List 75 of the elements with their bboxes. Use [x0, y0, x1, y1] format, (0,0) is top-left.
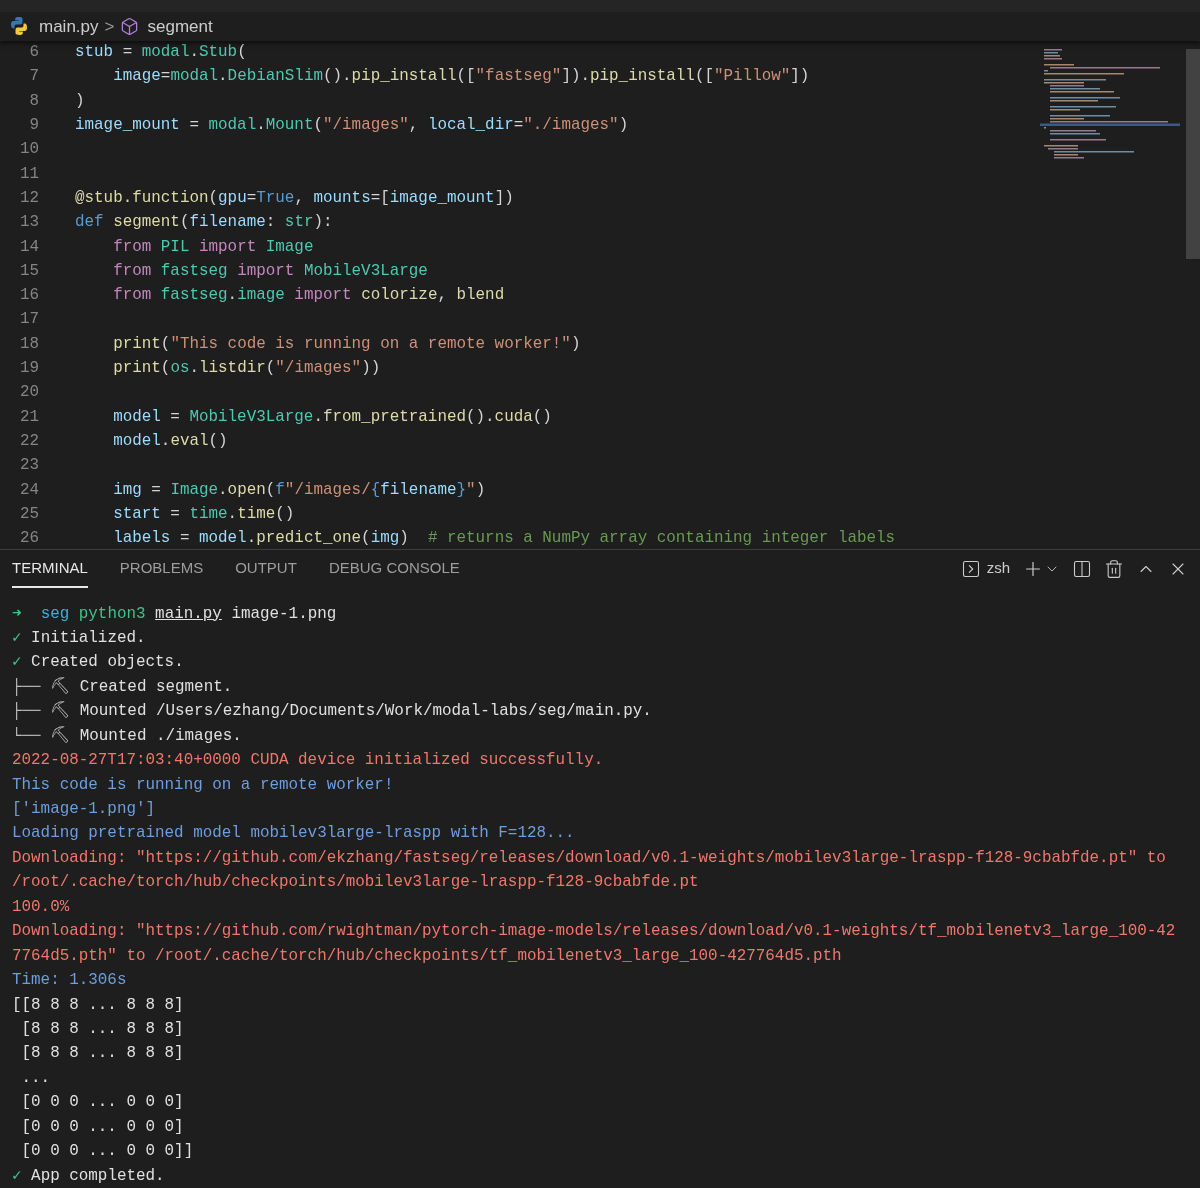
- terminal-line: ['image-1.png']: [12, 799, 157, 820]
- terminal-line: [8 8 8 ... 8 8 8]: [20, 1043, 185, 1065]
- terminal-line: 100.0%: [12, 896, 71, 918]
- terminal-line: 7764d5.pth" to /root/.cache/torch/hub/checkpoints/tf_mobilenetv3_large_100-427764d5.pth: [12, 945, 843, 967]
- code-line: labels = model.predict_one(img) # returns a NumPy array containing integer labels: [112, 528, 896, 549]
- terminal-line: └── ⛏ Mounted ./images.: [12, 725, 243, 747]
- panel-tab[interactable]: TERMINAL: [12, 549, 88, 588]
- terminal-line: [0 0 0 ... 0 0 0]: [20, 1116, 185, 1138]
- code-line: image=modal.DebianSlim().pip_install(["fastseg"]).pip_install(["Pillow"]): [112, 66, 810, 88]
- line-number: 14: [18, 236, 39, 258]
- code-line: print(os.listdir("/images")): [112, 358, 381, 380]
- line-number: 15: [18, 260, 39, 282]
- line-number: 10: [18, 139, 39, 161]
- terminal-icon[interactable]: [960, 558, 981, 579]
- terminal-line: ├── ⛏ Created segment.: [12, 676, 234, 698]
- scrollbar-thumb[interactable]: [1186, 48, 1200, 259]
- terminal-line: ...: [20, 1067, 52, 1089]
- code-line: from fastseg.image import colorize, blend: [112, 285, 505, 307]
- code-line: model = MobileV3Large.from_pretrained().cuda(): [112, 406, 552, 428]
- line-number: 21: [18, 406, 39, 428]
- terminal-line: [[8 8 8 ... 8 8 8]: [12, 994, 185, 1016]
- cube-icon: [120, 17, 140, 36]
- terminal-line: ✓ App completed.: [12, 1165, 166, 1187]
- panel-tab[interactable]: OUTPUT: [235, 549, 297, 588]
- terminal-line: ├── ⛏ Mounted /Users/ezhang/Documents/Work/modal-labs/seg/main.py.: [12, 700, 653, 723]
- terminal-line: Downloading: "https://github.com/ekzhang/fastseg/releases/download/v0.1-weights/mobilev3large-lraspp-f128-9cbabfde.pt" to: [12, 847, 1167, 869]
- terminal-line: This code is running on a remote worker!: [12, 774, 395, 796]
- line-number: 6: [28, 42, 39, 64]
- code-line: from PIL import Image: [112, 236, 314, 258]
- line-number: 23: [18, 455, 39, 477]
- terminal-line: ➜ seg python3 main.py image-1.png: [12, 603, 338, 625]
- terminal-line: Loading pretrained model mobilev3large-lraspp with F=128...: [12, 823, 576, 845]
- line-number: 20: [18, 382, 39, 404]
- terminal-line: /root/.cache/torch/hub/checkpoints/mobilev3large-lraspp-f128-9cbabfde.pt: [12, 872, 700, 894]
- panel-tab[interactable]: PROBLEMS: [119, 549, 204, 588]
- code-line: stub = modal.Stub(: [75, 42, 247, 64]
- code-line: print("This code is running on a remote worker!"): [112, 333, 581, 355]
- code-line: image_mount = modal.Mount("/images", local_dir="./images"): [75, 115, 629, 137]
- terminal-line: [0 0 0 ... 0 0 0]: [20, 1092, 185, 1114]
- line-number: 19: [18, 358, 39, 380]
- line-number: 9: [28, 115, 39, 137]
- code-line: @stub.function(gpu=True, mounts=[image_mount]): [75, 187, 514, 209]
- code-line: ): [75, 90, 85, 112]
- terminal-line: 2022-08-27T17:03:40+0000 CUDA device initialized successfully.: [12, 750, 605, 772]
- terminal-line: [8 8 8 ... 8 8 8]: [20, 1018, 185, 1040]
- line-number: 24: [18, 479, 39, 501]
- code-line: img = Image.open(f"/images/{filename}"): [112, 479, 486, 501]
- line-number: 13: [18, 212, 39, 234]
- shell-name[interactable]: zsh: [986, 557, 1010, 580]
- terminal-line: Downloading: "https://github.com/rwightman/pytorch-image-models/releases/download/v0.1-weights/tf_mobilenetv3_large_100-42: [12, 921, 1177, 943]
- python-logo-icon: [9, 16, 29, 37]
- line-number: 22: [18, 430, 39, 452]
- trash-icon[interactable]: [1104, 558, 1124, 579]
- code-line: start = time.time(): [112, 503, 295, 525]
- line-number: 16: [18, 285, 39, 307]
- line-number: 17: [18, 309, 39, 331]
- line-number: 7: [28, 66, 39, 88]
- terminal-line: Time: 1.306s: [12, 970, 128, 992]
- line-number: 18: [18, 333, 39, 355]
- terminal-line: ✓ Created objects.: [12, 652, 185, 674]
- terminal-line: ✓ Initialized.: [12, 627, 147, 649]
- code-line: from fastseg import MobileV3Large: [112, 260, 428, 282]
- breadcrumb-file[interactable]: main.py: [39, 13, 99, 40]
- line-number: 26: [18, 528, 39, 549]
- panel-tab[interactable]: DEBUG CONSOLE: [328, 549, 460, 588]
- line-number: 25: [18, 503, 39, 525]
- split-icon[interactable]: [1072, 558, 1092, 579]
- breadcrumb-separator: >: [104, 15, 115, 38]
- breadcrumb-symbol[interactable]: segment: [147, 13, 213, 40]
- line-number: 8: [28, 90, 39, 112]
- code-line: def segment(filename: str):: [75, 212, 333, 234]
- terminal-line: [0 0 0 ... 0 0 0]]: [20, 1141, 195, 1163]
- code-line: model.eval(): [112, 430, 228, 452]
- line-number: 12: [18, 187, 39, 209]
- line-number: 11: [18, 163, 39, 185]
